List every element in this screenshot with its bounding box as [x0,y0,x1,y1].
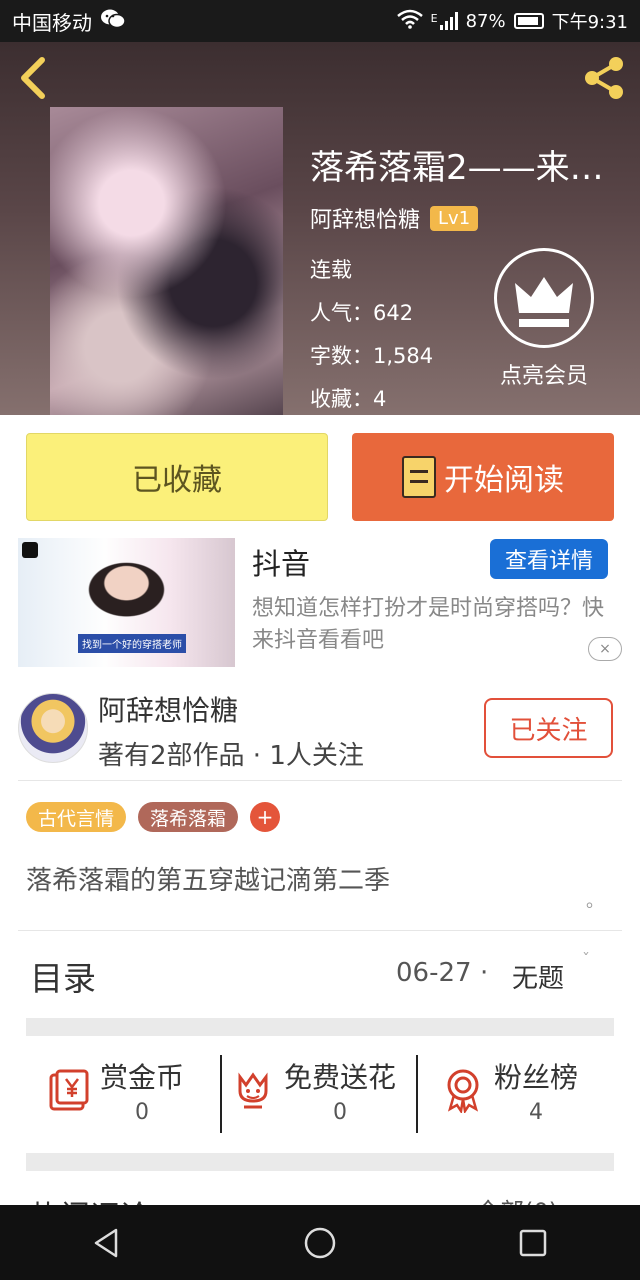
crown-icon [515,277,573,327]
tag-ancient-romance[interactable]: 古代言情 [26,802,127,832]
section-separator [26,1153,614,1171]
square-recents-icon [520,1229,547,1256]
share-button[interactable] [578,52,630,104]
follow-button[interactable]: 已关注 [484,698,613,758]
author-avatar[interactable] [18,693,88,763]
book-icon [402,456,436,498]
toc-date: 06-27 [396,958,472,988]
level-badge: Lv1 [430,205,479,231]
medal-icon [438,1065,488,1115]
reward-coins-button[interactable]: 赏金币 0 [44,1050,184,1130]
fans-value: 4 [529,1099,543,1125]
tag-luoxi-luoshuang[interactable]: 落希落霜 [138,802,239,832]
word-count-row: 字数：1,584 [310,340,433,370]
popularity-value: 642 [373,301,414,325]
word-count-value: 1,584 [373,344,434,368]
popularity-row: 人气：642 [310,297,413,327]
start-reading-label: 开始阅读 [444,463,564,498]
clock: 下午9:31 [551,12,628,33]
nav-home-button[interactable] [290,1213,350,1273]
carrier-name: 中国移动 [12,10,92,35]
close-icon: × [599,641,611,657]
status-bar: 中国移动 E 87% 下午9:31 [0,0,640,42]
back-chevron-icon [21,57,45,99]
nav-recents-button[interactable] [503,1213,563,1273]
ad-description[interactable]: 想知道怎样打扮才是时尚穿搭吗？快来抖音看看吧 [252,593,614,657]
triangle-back-icon [94,1228,117,1257]
author-name[interactable]: 阿辞想恰糖 [310,202,420,234]
ad-detail-button[interactable]: 查看详情 [490,539,608,579]
favorites-value: 4 [373,387,387,411]
stat-divider [416,1055,418,1133]
flower-icon [228,1065,278,1115]
battery-icon [513,13,544,29]
fans-label: 粉丝榜 [494,1060,579,1094]
book-title: 落希落霜2——来… [310,148,604,188]
flower-value: 0 [333,1099,347,1125]
vip-label[interactable]: 点亮会员 [482,358,606,390]
favorites-row: 收藏：4 [310,383,386,413]
popularity-label: 人气： [310,301,373,325]
ad-title[interactable]: 抖音 [252,541,310,583]
serial-status: 连载 [310,258,352,282]
toc-label[interactable]: 目录 [30,952,96,1000]
battery-percent: 87% [465,10,506,32]
divider [18,780,622,781]
ad-image-caption: 找到一个好的穿搭老师 [78,634,186,653]
description-trailing: 。 [586,891,604,912]
collected-label: 已收藏 [132,463,222,498]
toc-separator: · [480,958,489,988]
tiktok-icon [22,542,38,558]
book-header: 落希落霜2——来… 阿辞想恰糖 Lv1 连载 人气：642 字数：1,584 收… [0,42,640,415]
author-card-meta: 著有2部作品 · 1人关注 [98,741,364,771]
favorites-label: 收藏： [310,387,373,411]
divider [18,930,622,931]
word-count-label: 字数： [310,344,373,368]
fans-ranking-button[interactable]: 粉丝榜 4 [438,1050,578,1130]
vip-button[interactable] [494,248,594,348]
book-cover-image[interactable] [50,107,283,415]
system-nav-bar [0,1205,640,1280]
share-icon [585,57,623,99]
free-flower-button[interactable]: 免费送花 0 [228,1050,396,1130]
wifi-icon [396,9,423,34]
circle-home-icon [304,1227,336,1258]
toc-latest-chapter[interactable]: 无题 [512,958,564,995]
network-type: E [430,12,438,25]
cell-signal-icon: E [431,12,458,30]
author-card-name[interactable]: 阿辞想恰糖 [98,689,238,729]
collected-button[interactable]: 已收藏 [26,433,328,521]
ad-close-button[interactable]: × [588,637,622,661]
author-line: 阿辞想恰糖 Lv1 [310,202,479,234]
stat-divider [220,1055,222,1133]
reward-label: 赏金币 [100,1060,185,1094]
flower-label: 免费送花 [284,1060,397,1094]
coin-envelope-icon [44,1065,94,1115]
nav-back-button[interactable] [77,1213,137,1273]
ad-image[interactable]: 找到一个好的穿搭老师 [18,538,235,667]
book-description: 落希落霜的第五穿越记滴第二季 [26,866,391,896]
add-tag-button[interactable]: + [250,802,280,832]
section-separator [26,1018,614,1036]
wechat-icon [100,8,126,35]
chevron-down-icon: ˇ [582,950,590,969]
reward-value: 0 [135,1099,149,1125]
start-reading-button[interactable]: 开始阅读 [352,433,614,521]
back-button[interactable] [14,54,54,102]
book-detail-content: 已收藏 开始阅读 找到一个好的穿搭老师 抖音 查看详情 想知道怎样打扮才是时尚穿… [0,415,640,1235]
